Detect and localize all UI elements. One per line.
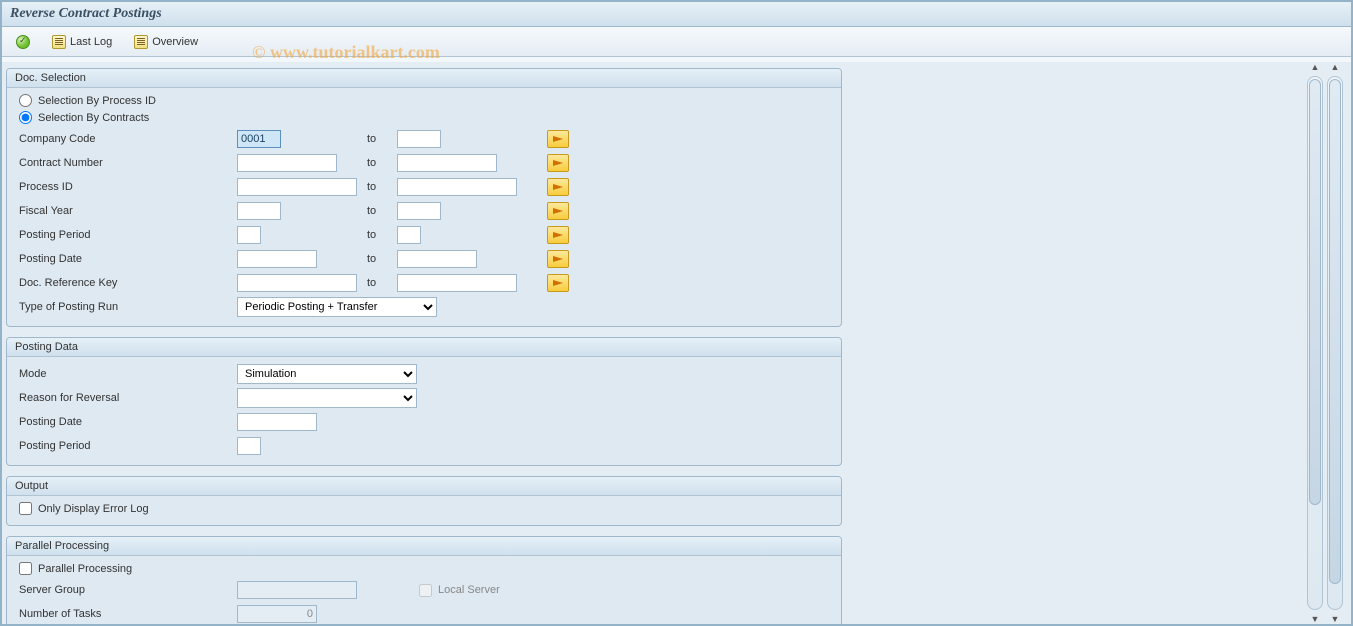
mode-label: Mode: [17, 368, 237, 380]
overview-button[interactable]: Overview: [128, 33, 204, 51]
num-tasks-label: Number of Tasks: [17, 608, 237, 620]
fiscal-year-to[interactable]: [397, 202, 441, 220]
local-server-label: Local Server: [438, 584, 500, 596]
type-posting-run-label: Type of Posting Run: [17, 301, 237, 313]
process-id-label: Process ID: [17, 181, 237, 193]
posting-date2-input[interactable]: [237, 413, 317, 431]
outer-scrollbar[interactable]: ▲ ▼: [1325, 62, 1345, 624]
posting-period-from[interactable]: [237, 226, 261, 244]
parallel-processing-label: Parallel Processing: [38, 563, 132, 575]
contract-number-from[interactable]: [237, 154, 337, 172]
contract-number-to[interactable]: [397, 154, 497, 172]
mode-select[interactable]: Simulation: [237, 364, 417, 384]
company-code-from[interactable]: [237, 130, 281, 148]
parallel-group: Parallel Processing Parallel Processing …: [6, 536, 842, 624]
scroll-thumb[interactable]: [1329, 79, 1341, 584]
scroll-thumb[interactable]: [1309, 79, 1321, 505]
to-label-4: to: [367, 205, 397, 217]
output-title: Output: [7, 477, 841, 496]
doc-ref-key-multi-button[interactable]: [547, 274, 569, 292]
to-label-6: to: [367, 253, 397, 265]
only-error-log-checkbox[interactable]: [19, 502, 32, 515]
overview-icon: [134, 35, 148, 49]
posting-period2-input[interactable]: [237, 437, 261, 455]
parallel-processing-checkbox[interactable]: [19, 562, 32, 575]
overview-label: Overview: [152, 36, 198, 48]
server-group-label: Server Group: [17, 584, 237, 596]
to-label-1: to: [367, 133, 397, 145]
fiscal-year-label: Fiscal Year: [17, 205, 237, 217]
process-id-to[interactable]: [397, 178, 517, 196]
inner-scrollbar[interactable]: ▲ ▼: [1305, 62, 1325, 624]
radio-process-id[interactable]: [19, 94, 32, 107]
to-label-3: to: [367, 181, 397, 193]
num-tasks-input: [237, 605, 317, 623]
scroll-down-icon: ▼: [1310, 614, 1320, 624]
parallel-title: Parallel Processing: [7, 537, 841, 556]
server-group-input: [237, 581, 357, 599]
doc-ref-key-from[interactable]: [237, 274, 357, 292]
toolbar: Last Log Overview: [2, 27, 1351, 57]
execute-button[interactable]: [10, 33, 36, 51]
radio-contracts[interactable]: [19, 111, 32, 124]
doc-ref-key-label: Doc. Reference Key: [17, 277, 237, 289]
form-column: Doc. Selection Selection By Process ID S…: [6, 62, 842, 624]
posting-period-multi-button[interactable]: [547, 226, 569, 244]
company-code-multi-button[interactable]: [547, 130, 569, 148]
radio-process-id-label: Selection By Process ID: [38, 95, 156, 107]
doc-selection-title: Doc. Selection: [7, 69, 841, 88]
process-id-multi-button[interactable]: [547, 178, 569, 196]
last-log-label: Last Log: [70, 36, 112, 48]
posting-date-label: Posting Date: [17, 253, 237, 265]
to-label-7: to: [367, 277, 397, 289]
local-server-checkbox: [419, 584, 432, 597]
last-log-button[interactable]: Last Log: [46, 33, 118, 51]
output-group: Output Only Display Error Log: [6, 476, 842, 526]
process-id-from[interactable]: [237, 178, 357, 196]
posting-period-to[interactable]: [397, 226, 421, 244]
reason-reversal-select[interactable]: [237, 388, 417, 408]
contract-number-multi-button[interactable]: [547, 154, 569, 172]
content-area: Doc. Selection Selection By Process ID S…: [2, 62, 1351, 624]
radio-contracts-label: Selection By Contracts: [38, 112, 149, 124]
posting-date-from[interactable]: [237, 250, 317, 268]
scroll-track[interactable]: [1307, 76, 1323, 610]
doc-selection-group: Doc. Selection Selection By Process ID S…: [6, 68, 842, 327]
scroll-up-icon: ▲: [1330, 62, 1340, 72]
posting-date2-label: Posting Date: [17, 416, 237, 428]
only-error-log-label: Only Display Error Log: [38, 503, 149, 515]
company-code-label: Company Code: [17, 133, 237, 145]
fiscal-year-from[interactable]: [237, 202, 281, 220]
app-window: Reverse Contract Postings Last Log Overv…: [0, 0, 1353, 626]
posting-data-title: Posting Data: [7, 338, 841, 357]
execute-icon: [16, 35, 30, 49]
scroll-up-icon: ▲: [1310, 62, 1320, 72]
to-label-5: to: [367, 229, 397, 241]
fiscal-year-multi-button[interactable]: [547, 202, 569, 220]
posting-date-multi-button[interactable]: [547, 250, 569, 268]
posting-data-group: Posting Data Mode Simulation Reason for …: [6, 337, 842, 466]
company-code-to[interactable]: [397, 130, 441, 148]
doc-ref-key-to[interactable]: [397, 274, 517, 292]
posting-period2-label: Posting Period: [17, 440, 237, 452]
contract-number-label: Contract Number: [17, 157, 237, 169]
scroll-down-icon: ▼: [1330, 614, 1340, 624]
type-posting-run-select[interactable]: Periodic Posting + Transfer: [237, 297, 437, 317]
reason-reversal-label: Reason for Reversal: [17, 392, 237, 404]
scroll-track[interactable]: [1327, 76, 1343, 610]
to-label-2: to: [367, 157, 397, 169]
log-icon: [52, 35, 66, 49]
posting-period-label: Posting Period: [17, 229, 237, 241]
posting-date-to[interactable]: [397, 250, 477, 268]
page-title: Reverse Contract Postings: [2, 2, 1351, 27]
